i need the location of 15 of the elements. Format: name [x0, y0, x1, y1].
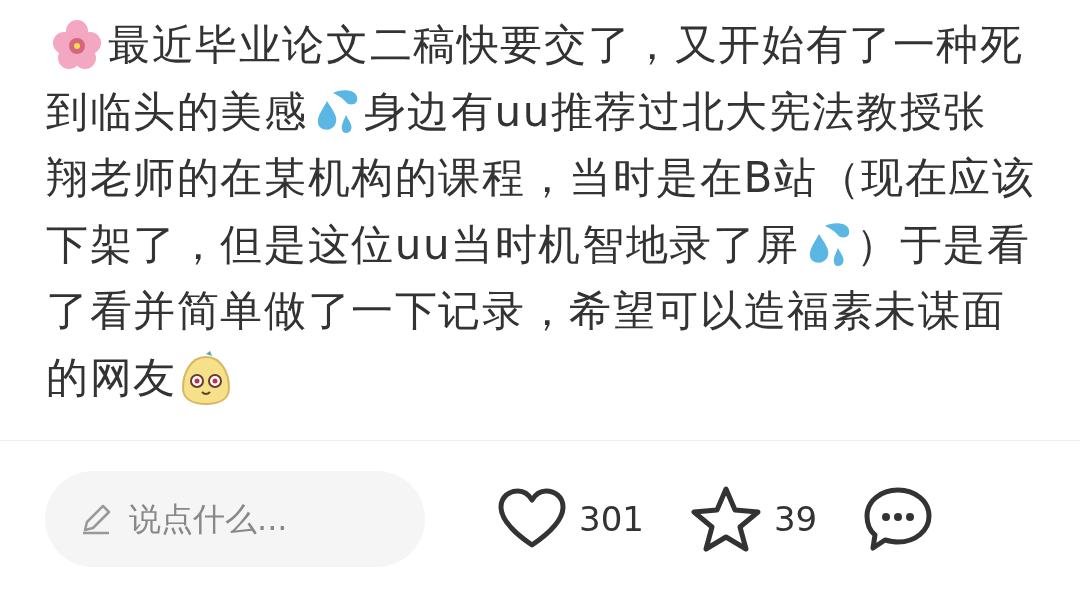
post-text-line: 翔老师的在某机构的课程，当时是在B站（现在应该 — [46, 157, 1036, 200]
post-text-line: 了看并简单做了一下记录，希望可以造福素未谋面 — [46, 290, 1006, 333]
post-text-line: ）于是看 — [856, 223, 1031, 266]
post-text-line: 身边有uu推荐过北大宪法教授张 — [363, 90, 987, 133]
count-label: 301 — [579, 499, 644, 539]
post-text-line: 到临头的美感 — [46, 90, 308, 133]
post-text-line: 下架了，但是这位uu当时机智地录了屏 — [46, 223, 801, 266]
speech-bubble-icon[interactable] — [863, 486, 934, 552]
bun-face-icon — [179, 349, 232, 406]
star-icon[interactable] — [689, 485, 762, 553]
count-label: 39 — [773, 499, 818, 539]
post-text-line: 的网友 — [46, 356, 177, 399]
post-text-line: 最近毕业论文二稿快要交了，又开始有了一种死 — [108, 24, 1024, 67]
comment-input-field[interactable]: 说点什么... — [45, 471, 425, 567]
heart-icon[interactable] — [497, 488, 567, 550]
